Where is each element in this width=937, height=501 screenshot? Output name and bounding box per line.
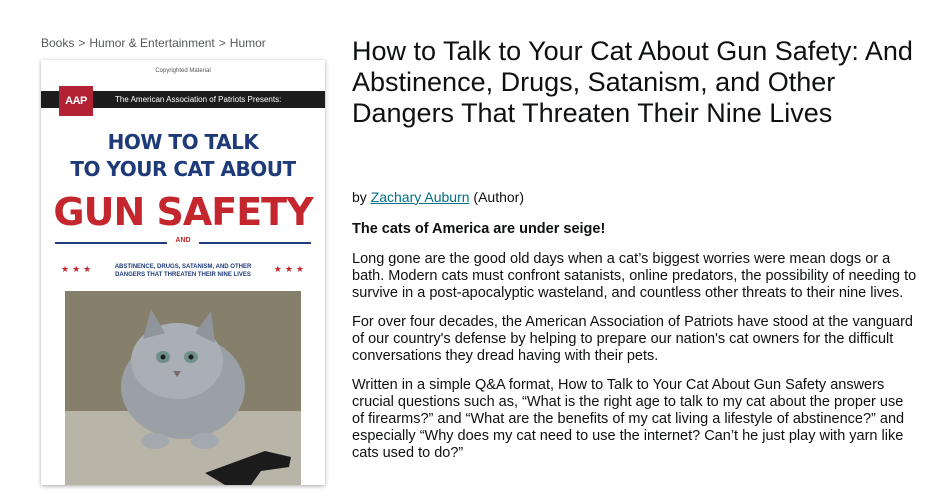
author-link[interactable]: Zachary Auburn [371, 189, 470, 205]
cover-title-line2: TO YOUR CAT ABOUT [70, 157, 296, 181]
breadcrumb: Books > Humor & Entertainment > Humor [41, 36, 266, 50]
kitten-illustration [65, 291, 301, 485]
cover-kitten-photo [65, 291, 301, 485]
breadcrumb-humor-entertainment[interactable]: Humor & Entertainment [89, 36, 214, 50]
breadcrumb-humor[interactable]: Humor [230, 36, 266, 50]
author-role: (Author) [473, 189, 524, 205]
description-lead: The cats of America are under seige! [352, 221, 606, 237]
cover-presenter-text: The American Association of Patriots Pre… [115, 95, 282, 104]
breadcrumb-separator: > [78, 36, 86, 50]
cover-subtitle: ABSTINENCE, DRUGS, SATANISM, AND OTHER D… [93, 263, 273, 279]
cover-divider-right [199, 242, 311, 244]
cover-copyright-text: Copyrighted Material [155, 68, 211, 74]
description-paragraph-2: For over four decades, the American Asso… [352, 314, 913, 364]
breadcrumb-separator: > [218, 36, 226, 50]
cover-subtitle-line2: DANGERS THAT THREATEN THEIR NINE LIVES [115, 272, 251, 278]
book-cover-image[interactable]: Copyrighted Material The American Associ… [41, 60, 325, 485]
product-title: How to Talk to Your Cat About Gun Safety… [352, 36, 913, 128]
cover-title-line1: HOW TO TALK [107, 130, 259, 154]
cover-stars-left: ★★★ [61, 264, 95, 274]
book-description: The cats of America are under seige! Lon… [352, 221, 918, 474]
description-paragraph-1: Long gone are the good old days when a c… [352, 251, 917, 301]
cover-stars-right: ★★★ [273, 264, 307, 274]
cover-subtitle-line1: ABSTINENCE, DRUGS, SATANISM, AND OTHER [114, 264, 252, 270]
byline-by: by [352, 189, 367, 205]
breadcrumb-books[interactable]: Books [41, 36, 74, 50]
cover-aap-logo: AAP [59, 86, 93, 116]
byline: by Zachary Auburn (Author) [352, 189, 524, 205]
description-paragraph-3: Written in a simple Q&A format, How to T… [352, 377, 905, 461]
cover-title-gun-safety: GUN SAFETY [53, 190, 313, 234]
